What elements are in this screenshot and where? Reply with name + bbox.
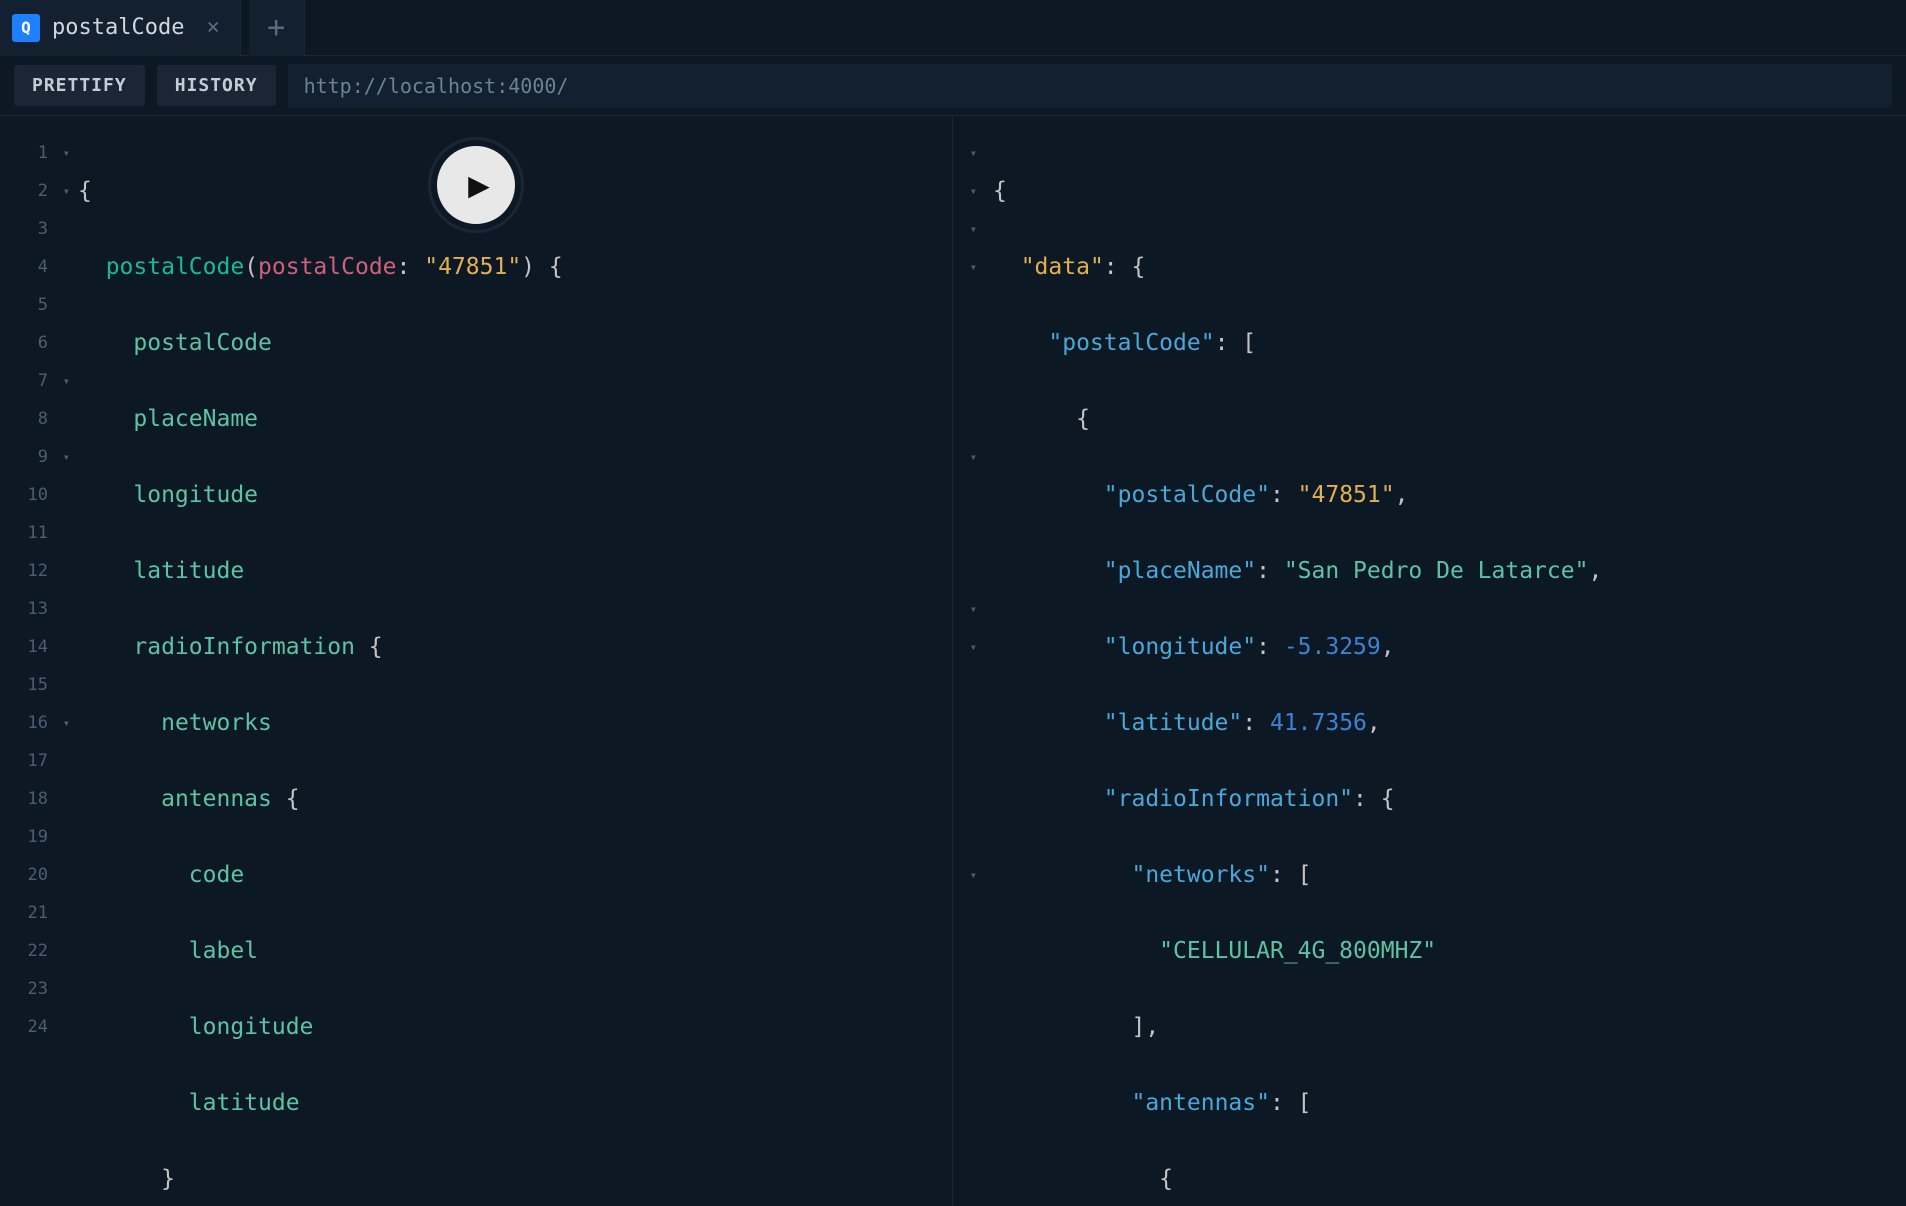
history-button[interactable]: HISTORY xyxy=(157,65,276,106)
query-badge-icon: Q xyxy=(12,14,40,42)
result-code: { "data": { "postalCode": [ { "postalCod… xyxy=(993,134,1906,1206)
endpoint-url-input[interactable]: http://localhost:4000/ xyxy=(288,64,1892,108)
tab-postalcode[interactable]: Q postalCode × xyxy=(0,0,241,56)
close-icon[interactable]: × xyxy=(206,15,219,40)
query-code[interactable]: { postalCode(postalCode: "47851") { post… xyxy=(78,134,952,1206)
tab-label: postalCode xyxy=(52,15,184,40)
result-gutter: .... .... .... .... .... .... xyxy=(953,134,975,1046)
toolbar: PRETTIFY HISTORY http://localhost:4000/ xyxy=(0,56,1906,116)
main-panes: ▶ 1234 5678 9101112 13141516 17181920 21… xyxy=(0,116,1906,1206)
tab-bar: Q postalCode × + xyxy=(0,0,1906,56)
new-tab-button[interactable]: + xyxy=(249,0,305,56)
plus-icon: + xyxy=(267,10,285,45)
play-icon: ▶ xyxy=(468,165,490,206)
prettify-button[interactable]: PRETTIFY xyxy=(14,65,145,106)
run-button[interactable]: ▶ xyxy=(431,140,521,230)
query-editor[interactable]: ▶ 1234 5678 9101112 13141516 17181920 21… xyxy=(0,116,953,1206)
line-gutter: 1234 5678 9101112 13141516 17181920 2122… xyxy=(0,134,54,1046)
result-viewer[interactable]: .... .... .... .... .... .... { "data": … xyxy=(953,116,1906,1206)
